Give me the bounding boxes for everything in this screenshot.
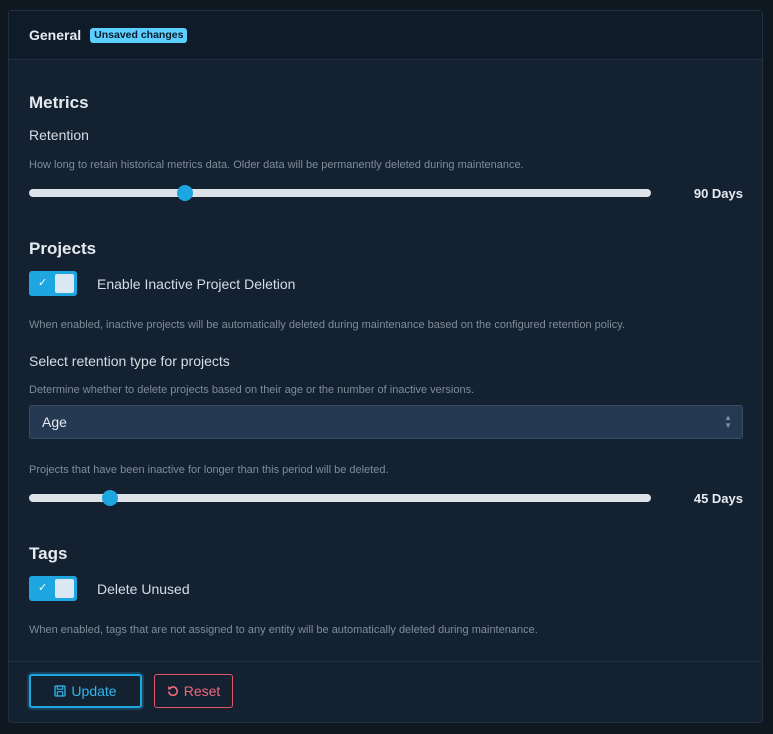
reset-button[interactable]: Reset <box>154 674 233 708</box>
undo-icon <box>167 686 178 697</box>
reset-button-label: Reset <box>183 683 221 699</box>
retention-slider-row: 90 Days <box>29 183 743 203</box>
check-icon: ✓ <box>38 582 48 594</box>
toggle-knob <box>55 274 74 293</box>
retention-slider[interactable] <box>29 185 651 201</box>
inactive-project-deletion-toggle[interactable]: ✓ <box>29 271 77 296</box>
retention-help: How long to retain historical metrics da… <box>29 159 524 171</box>
check-icon: ✓ <box>38 277 48 289</box>
age-help: Projects that have been inactive for lon… <box>29 464 389 476</box>
retention-type-select[interactable]: Age ▲ ▼ <box>29 405 743 439</box>
age-slider-row: 45 Days <box>29 488 743 508</box>
metrics-section-title: Metrics <box>29 93 89 112</box>
update-button-label: Update <box>71 683 117 699</box>
retention-type-label: Select retention type for projects <box>29 353 230 369</box>
retention-type-help: Determine whether to delete projects bas… <box>29 384 475 396</box>
age-value: 45 Days <box>693 490 743 506</box>
delete-unused-help: When enabled, tags that are not assigned… <box>29 624 538 636</box>
inactive-project-deletion-label: Enable Inactive Project Deletion <box>97 275 296 292</box>
delete-unused-toggle[interactable]: ✓ <box>29 576 77 601</box>
age-slider[interactable] <box>29 490 651 506</box>
projects-section-title: Projects <box>29 239 97 258</box>
card-header: General Unsaved changes <box>9 11 762 60</box>
update-button[interactable]: Update <box>29 674 142 708</box>
age-slider-thumb[interactable] <box>101 490 118 506</box>
retention-slider-thumb[interactable] <box>176 185 193 201</box>
select-arrows-icon: ▲ ▼ <box>724 413 732 430</box>
retention-type-value: Age <box>42 414 67 430</box>
delete-unused-label: Delete Unused <box>97 580 190 597</box>
header-title: General <box>29 27 82 43</box>
settings-card: General Unsaved changes Metrics Retentio… <box>8 10 763 723</box>
toggle-knob <box>55 579 74 598</box>
save-icon <box>54 685 67 697</box>
tags-section-title: Tags <box>29 544 68 563</box>
inactive-project-toggle-row: ✓ Enable Inactive Project Deletion <box>29 271 295 296</box>
retention-value: 90 Days <box>693 185 743 201</box>
unsaved-changes-badge: Unsaved changes <box>90 27 188 43</box>
retention-label: Retention <box>29 127 89 143</box>
delete-unused-toggle-row: ✓ Delete Unused <box>29 576 190 601</box>
card-footer: Update Reset <box>9 661 762 722</box>
inactive-project-help: When enabled, inactive projects will be … <box>29 319 625 331</box>
